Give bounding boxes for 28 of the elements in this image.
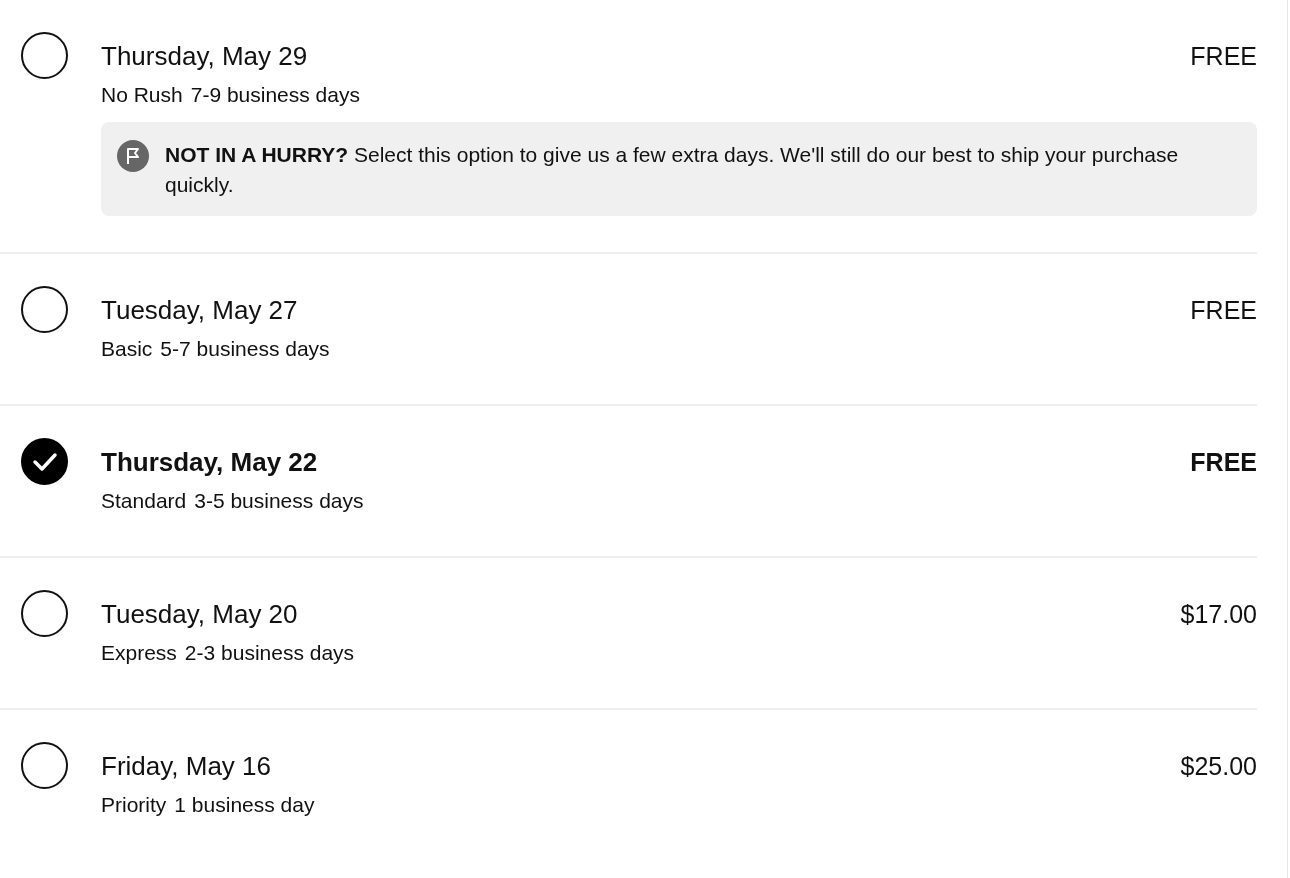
radio-button[interactable] (21, 590, 68, 637)
shipping-method: Priority (101, 792, 167, 818)
delivery-duration: 7-9 business days (190, 82, 360, 108)
delivery-duration: 3-5 business days (194, 488, 364, 514)
radio-button[interactable] (21, 32, 68, 79)
delivery-date: Thursday, May 22 (101, 446, 318, 479)
radio-button[interactable] (21, 438, 68, 485)
delivery-date: Thursday, May 29 (101, 40, 308, 73)
delivery-duration: 5-7 business days (160, 336, 330, 362)
shipping-method: Basic (101, 336, 153, 362)
shipping-method: Standard (101, 488, 187, 514)
note-text: NOT IN A HURRY? Select this option to give us a few extra days. We'll still do our best to ship your purchase quickly. (165, 142, 1180, 198)
checkmark-icon (31, 450, 58, 473)
radio-button[interactable] (21, 286, 68, 333)
delivery-duration: 2-3 business days (184, 640, 355, 666)
delivery-duration: 1 business day (174, 792, 315, 818)
shipping-method: No Rush (101, 82, 183, 108)
shipping-price: FREE (1190, 41, 1257, 72)
shipping-price: $17.00 (1180, 599, 1257, 630)
delivery-date: Tuesday, May 27 (101, 294, 298, 327)
radio-button[interactable] (21, 742, 68, 789)
delivery-date: Friday, May 16 (101, 750, 271, 783)
shipping-price: FREE (1190, 295, 1257, 326)
shipping-price: FREE (1190, 447, 1257, 478)
flag-icon (117, 140, 149, 172)
shipping-method: Express (101, 640, 177, 666)
shipping-price: $25.00 (1180, 751, 1257, 782)
delivery-date: Tuesday, May 20 (101, 598, 298, 631)
